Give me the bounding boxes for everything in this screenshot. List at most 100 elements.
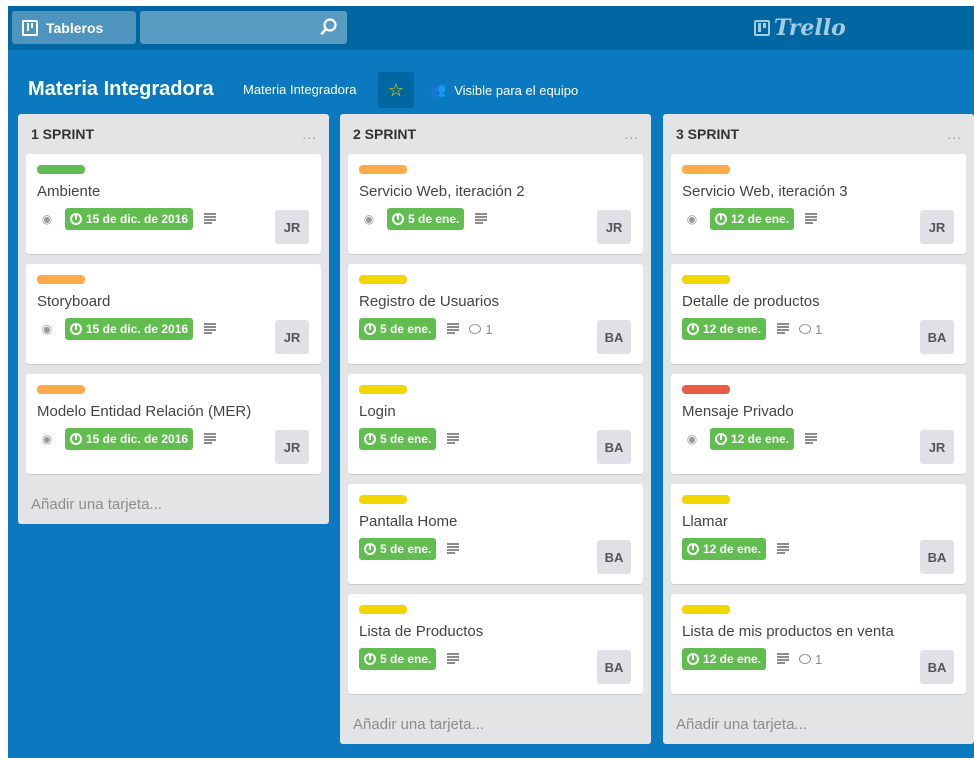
list-menu-button[interactable]: ... xyxy=(624,126,639,142)
due-date-badge[interactable]: 5 de ene. xyxy=(359,318,437,340)
boards-label: Tableros xyxy=(46,19,104,36)
add-card-link[interactable]: Añadir una tarjeta... xyxy=(671,704,966,744)
card[interactable]: Mensaje Privado ◉ 12 de ene. JR xyxy=(671,374,966,474)
card-title: Ambiente xyxy=(37,183,101,200)
clock-icon xyxy=(715,433,727,445)
card-label[interactable] xyxy=(359,385,407,394)
card-title: Modelo Entidad Relación (MER) xyxy=(37,403,252,420)
visibility-button[interactable]: 👥 Visible para el equipo xyxy=(430,82,578,98)
card-label[interactable] xyxy=(682,275,730,284)
card-label[interactable] xyxy=(359,275,407,284)
card[interactable]: Servicio Web, iteración 3 ◉ 12 de ene. JR xyxy=(671,154,966,254)
list-menu-button[interactable]: ... xyxy=(947,126,962,142)
card-badges: 5 de ene. xyxy=(359,648,461,670)
member-avatar[interactable]: JR xyxy=(275,210,309,244)
due-date-badge[interactable]: 12 de ene. xyxy=(682,648,767,670)
list-title[interactable]: 1 SPRINT xyxy=(31,126,94,142)
due-date-badge[interactable]: 5 de ene. xyxy=(359,428,437,450)
card-label[interactable] xyxy=(359,165,407,174)
member-avatar[interactable]: JR xyxy=(920,430,954,464)
search-icon[interactable] xyxy=(319,17,339,37)
card[interactable]: Lista de Productos 5 de ene. BA xyxy=(348,594,643,694)
card-label[interactable] xyxy=(682,165,730,174)
team-icon: 👥 xyxy=(430,82,447,97)
due-date-badge[interactable]: 12 de ene. xyxy=(682,538,767,560)
description-icon xyxy=(805,433,819,445)
card-label[interactable] xyxy=(682,605,730,614)
card-label[interactable] xyxy=(359,605,407,614)
member-avatar[interactable]: BA xyxy=(597,540,631,574)
board-org-link[interactable]: Materia Integradora xyxy=(243,82,356,97)
card-title: Storyboard xyxy=(37,293,111,310)
due-date-badge[interactable]: 12 de ene. xyxy=(710,208,795,230)
card-title: Pantalla Home xyxy=(359,513,458,530)
clock-icon xyxy=(70,323,82,335)
card-label[interactable] xyxy=(37,165,85,174)
star-button[interactable]: ☆ xyxy=(378,72,414,108)
due-date-badge[interactable]: 5 de ene. xyxy=(387,208,465,230)
card-label[interactable] xyxy=(359,495,407,504)
board-header: Materia Integradora Materia Integradora … xyxy=(8,50,974,112)
member-avatar[interactable]: BA xyxy=(920,650,954,684)
member-avatar[interactable]: JR xyxy=(920,210,954,244)
list-title[interactable]: 3 SPRINT xyxy=(676,126,739,142)
card[interactable]: Ambiente ◉ 15 de dic. de 2016 JR xyxy=(26,154,321,254)
search-input[interactable] xyxy=(140,11,347,44)
list-header: 1 SPRINT... xyxy=(26,114,321,154)
member-avatar[interactable]: BA xyxy=(597,320,631,354)
card-badges: ◉ 12 de ene. xyxy=(682,428,819,450)
due-date-badge[interactable]: 15 de dic. de 2016 xyxy=(65,318,194,340)
card[interactable]: Servicio Web, iteración 2 ◉ 5 de ene. JR xyxy=(348,154,643,254)
card[interactable]: Storyboard ◉ 15 de dic. de 2016 JR xyxy=(26,264,321,364)
member-avatar[interactable]: BA xyxy=(597,650,631,684)
add-card-link[interactable]: Añadir una tarjeta... xyxy=(348,704,643,744)
due-date-text: 15 de dic. de 2016 xyxy=(86,432,189,446)
due-date-badge[interactable]: 15 de dic. de 2016 xyxy=(65,208,194,230)
member-avatar[interactable]: BA xyxy=(920,320,954,354)
card-badges: 12 de ene. xyxy=(682,538,791,560)
card[interactable]: Modelo Entidad Relación (MER) ◉ 15 de dic.… xyxy=(26,374,321,474)
member-avatar[interactable]: JR xyxy=(275,430,309,464)
card-badges: 12 de ene. 1 xyxy=(682,648,822,670)
card-label[interactable] xyxy=(37,275,85,284)
due-date-badge[interactable]: 15 de dic. de 2016 xyxy=(65,428,194,450)
card[interactable]: Registro de Usuarios 5 de ene. 1 BA xyxy=(348,264,643,364)
list: 2 SPRINT... Servicio Web, iteración 2 ◉ 5 d… xyxy=(340,114,651,744)
due-date-text: 5 de ene. xyxy=(380,652,432,666)
trello-logo[interactable]: Trello xyxy=(754,11,846,45)
card-badges: 12 de ene. 1 xyxy=(682,318,822,340)
card[interactable]: Lista de mis productos en venta 12 de ene… xyxy=(671,594,966,694)
list-menu-button[interactable]: ... xyxy=(302,126,317,142)
card[interactable]: Login 5 de ene. BA xyxy=(348,374,643,474)
description-icon xyxy=(204,433,218,445)
card-title: Mensaje Privado xyxy=(682,403,794,420)
search-box[interactable] xyxy=(140,11,347,44)
boards-button[interactable]: Tableros xyxy=(12,11,136,44)
card-label[interactable] xyxy=(682,385,730,394)
card-label[interactable] xyxy=(682,495,730,504)
watch-eye-icon: ◉ xyxy=(363,212,375,226)
card[interactable]: Llamar 12 de ene. BA xyxy=(671,484,966,584)
description-icon xyxy=(447,543,461,555)
card[interactable]: Pantalla Home 5 de ene. BA xyxy=(348,484,643,584)
list-title[interactable]: 2 SPRINT xyxy=(353,126,416,142)
member-avatar[interactable]: BA xyxy=(597,430,631,464)
due-date-badge[interactable]: 12 de ene. xyxy=(710,428,795,450)
card-label[interactable] xyxy=(37,385,85,394)
card[interactable]: Detalle de productos 12 de ene. 1 BA xyxy=(671,264,966,364)
comment-count: 1 xyxy=(485,321,493,337)
member-avatar[interactable]: JR xyxy=(597,210,631,244)
watch-eye-icon: ◉ xyxy=(41,322,53,336)
due-date-badge[interactable]: 5 de ene. xyxy=(359,648,437,670)
card-title: Login xyxy=(359,403,396,420)
member-avatar[interactable]: BA xyxy=(920,540,954,574)
due-date-badge[interactable]: 5 de ene. xyxy=(359,538,437,560)
clock-icon xyxy=(364,433,376,445)
clock-icon xyxy=(687,653,699,665)
board-title[interactable]: Materia Integradora xyxy=(28,78,214,101)
due-date-badge[interactable]: 12 de ene. xyxy=(682,318,767,340)
description-icon xyxy=(447,323,461,335)
add-card-link[interactable]: Añadir una tarjeta... xyxy=(26,484,321,524)
description-icon xyxy=(777,323,791,335)
member-avatar[interactable]: JR xyxy=(275,320,309,354)
